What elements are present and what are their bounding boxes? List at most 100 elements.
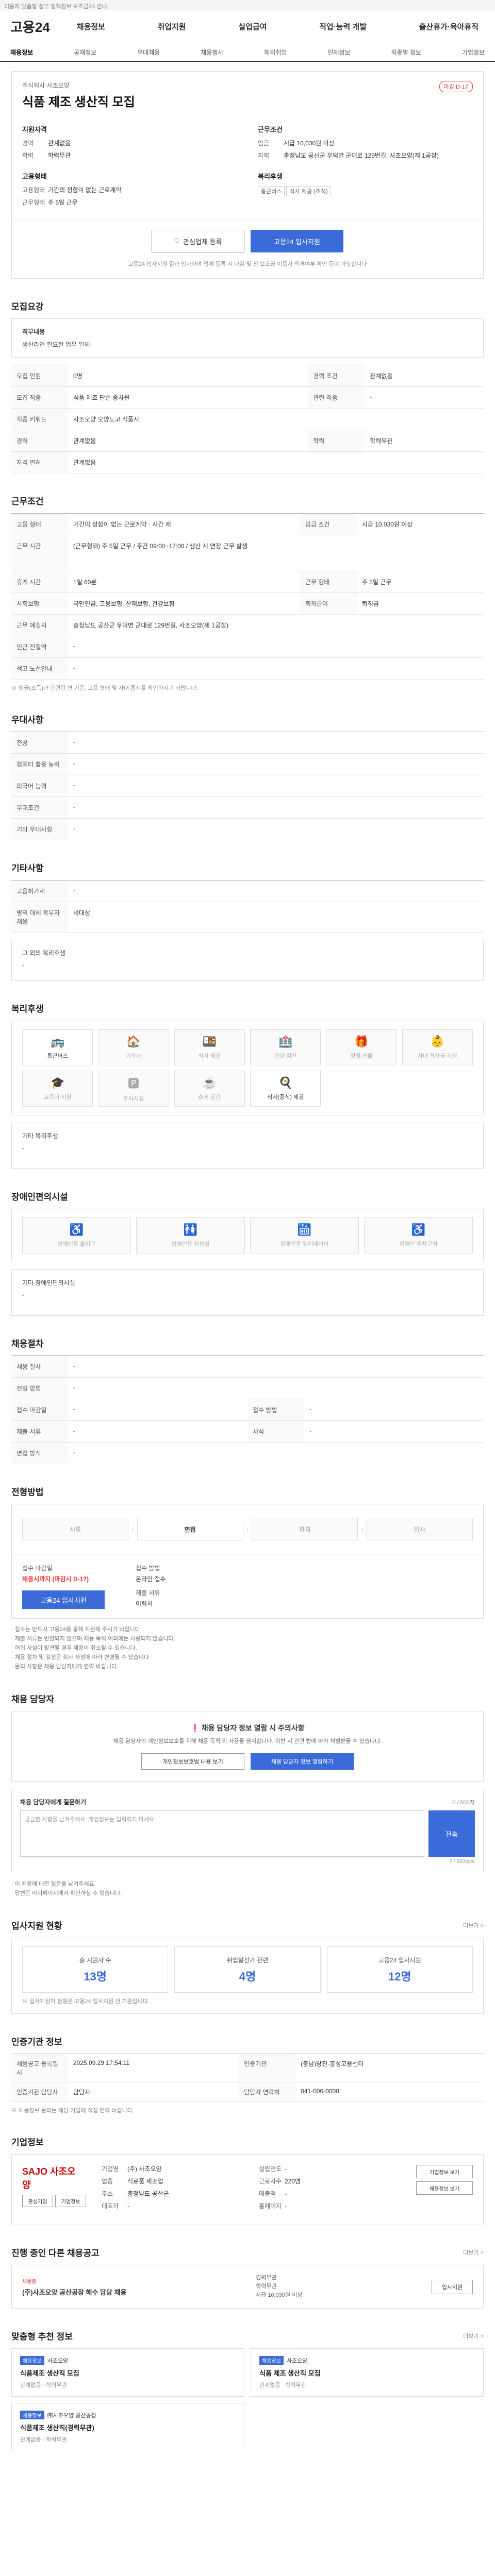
etc-section: 기타사항 고용허가제 - 병역 대체 복무자 채용 비대상 그 외의 복리후생 - [11,861,484,981]
inst-table: 채용공고 등록일시 2025.09.29 17:54:11 인증기관 (충남)당진·홍… [11,2054,484,2102]
nav-item-leave[interactable]: 출산휴가·육아휴직 [413,21,485,32]
table-header: 병역 대체 복무자 채용 [11,902,68,933]
subnav-open[interactable]: 공채정보 [74,48,96,57]
nav-item-jobs[interactable]: 채용정보 [71,21,111,32]
other-apply-button[interactable]: 입사지원 [432,2279,473,2294]
table-header: 직종 키워드 [11,408,68,430]
top-notice-text[interactable]: 이용자 맞춤형 정부 정책정보 보조금24 안내 [4,2,107,10]
qa-input[interactable]: 궁금한 사항을 남겨주세요. 개인정보는 입력하지 마세요. [20,1810,424,1857]
table-header: 모집 직종 [11,386,68,409]
subnav-talent[interactable]: 인재정보 [327,48,350,57]
privacy-law-button[interactable]: 개인정보보호법 내용 보기 [141,1753,244,1770]
company-name[interactable]: 주식회사 사조오양 [22,81,135,90]
stat-value: 13명 [84,1970,107,1983]
type-value: 주 5일 근무 [48,199,78,206]
bullet: · 답변은 마이페이지에서 확인하실 수 있습니다. [11,1890,122,1896]
qual-value: 학력무관 [48,152,71,159]
stat-box: 총 지원자 수 13명 취업알선가 관련 4명 고용24 입사지원 12명 ※ 입사지… [11,1938,484,2014]
like-button[interactable]: ♡ 관심업체 등록 [152,230,244,252]
table-cell: - [68,880,484,902]
qa-counter: 0 / 500byte [449,1859,475,1865]
table-cell: - [68,775,484,797]
corp-side-button[interactable]: 기업정보 보기 [416,2165,473,2178]
table-header: 고용 형태 [11,513,68,535]
process-title: 채용절차 [11,1339,44,1349]
welfare-tag: 통근버스 [258,186,285,196]
table-cell: - [68,1355,484,1378]
etc-table: 고용허가제 - 병역 대체 복무자 채용 비대상 [11,880,484,933]
subnav-overseas[interactable]: 해외취업 [264,48,287,57]
table-header: 모집 인원 [11,365,68,387]
job-summary-card: 주식회사 사조오양 식품 제조 생산직 모집 마감 D-17 지원자격 경력 관계… [11,71,484,279]
duty-heading: 직무내용 [22,328,45,335]
table-header: 전공 [11,732,68,754]
subnav-event[interactable]: 채용행사 [201,48,223,57]
site-logo[interactable]: 고용24 [10,17,50,36]
corp-side-button[interactable]: 채용정보 보기 [416,2181,473,2195]
welfare-section: 복리후생 🚌 통근버스 🏠 기숙사 🍱 식사 제공 🏥 건강 검진 🎁 명절 선물 👶 자녀 학자금 … [11,1002,484,1169]
corp-like-button[interactable]: 관심기업 [22,2195,53,2207]
table-header: 외국어 능력 [11,775,68,797]
rec-company: ㈜사조오양 공산공장 [47,2413,96,2419]
corp-info-button[interactable]: 기업정보 [55,2195,86,2207]
qa-hint: 0 / 500자 [452,1799,475,1806]
corp-value: - [285,2190,287,2197]
table-header: 고용허가제 [11,880,68,902]
other-job-row[interactable]: 채용중 (주)사조오양 공산공장 해수 담당 채용 경력무관 학력무관 시급 1… [11,2265,484,2309]
table-cell: - [68,1399,248,1421]
apply-deadline-value: 채용시까지 (마감시 D-17) [22,1575,89,1583]
table-header: 전형 방법 [11,1377,68,1399]
welfare-item: 🍳 식사(중식) 제공 [250,1071,321,1107]
corp-key: 기업명 [102,2165,119,2173]
table-header: 컴퓨터 활용 능력 [11,753,68,775]
etc-title: 기타사항 [11,863,44,873]
welfare-item: 🎁 명절 선물 [326,1029,397,1065]
stat-label: 취업알선가 관련 [226,1956,269,1964]
table-header: 사회보험 [11,592,68,615]
rec-card[interactable]: 채용정보 사조오양 식품제조 생산직 모집 관계없음 · 학력무관 [11,2348,244,2397]
apply-button-2[interactable]: 고용24 입사지원 [22,1590,105,1609]
pref-section: 우대사항 전공 - 컴퓨터 활용 능력 - 외국어 능력 - 우대조건 - 기타 우대사… [11,713,484,840]
type-heading: 고용형태 [22,173,47,180]
nav-item-training[interactable]: 직업·능력 개발 [313,21,373,32]
facility-item-label: 장애인용 엘리베이터 [280,1241,329,1247]
subnav-occupation[interactable]: 직종별 정보 [391,48,421,57]
nav-item-unemployment[interactable]: 실업급여 [232,21,273,32]
work-table: 고용 형태 기간의 정함이 없는 근로계약 · 시간 제 임금 조건 시급 10,03… [11,513,484,680]
rec-card[interactable]: 채용정보 사조오양 식품 제조 생산직 모집 관계없음 · 학력무관 [251,2348,484,2397]
rec-tag: 채용정보 [259,2356,284,2365]
other-more-link[interactable]: 더보기 > [463,2248,484,2257]
rec-more-link[interactable]: 더보기 > [463,2332,484,2340]
welfare-item-label: 주차시설 [123,1096,144,1102]
rec-tag: 채용정보 [20,2411,44,2419]
rec-title-text: 식품제조 생산직(경력무관) [20,2424,94,2432]
table-header: 관련 직종 [308,386,365,409]
welfare-item: 🏠 기숙사 [98,1029,169,1065]
other-company[interactable]: (주)사조오양 공산공장 해수 담당 채용 [22,2287,127,2297]
table-cell: 식품 제조 단순 종사원 [68,386,308,409]
warning-icon: ❗ [190,1724,202,1732]
subnav-jobs[interactable]: 채용정보 [10,48,33,57]
nav-item-support[interactable]: 취업지원 [152,21,192,32]
stat-section: 입사지원 현황 더보기 > 총 지원자 수 13명 취업알선가 관련 4명 고용24 … [11,1919,484,2014]
other-title: 진행 중인 다른 채용공고 [11,2248,100,2258]
other-tag: 채용중 [22,2279,37,2285]
qa-send-button[interactable]: 전송 [428,1810,475,1857]
corp-value: - [285,2202,287,2210]
table-cell: 0명 [68,365,308,387]
inst-note: ※ 채용정보 문의는 해당 기업에 직접 연락 바랍니다. [11,2108,134,2114]
stat-more-link[interactable]: 더보기 > [463,1921,484,1929]
table-cell: 국민연금, 고용보험, 산재보험, 건강보험 [68,592,300,615]
rec-meta: 관계없음 · 학력무관 [20,2382,67,2388]
subnav-company[interactable]: 기업정보 [462,48,485,57]
welfare-item-label: 명절 선물 [350,1053,373,1059]
contact-box: ❗ 채용 담당자 정보 열람 시 주의사항 채용 담당자의 개인정보보호를 위해… [11,1711,484,1782]
apply-button[interactable]: 고용24 입사지원 [251,230,343,252]
subnav-pref[interactable]: 우대채용 [137,48,160,57]
contact-section: 채용 담당자 ❗ 채용 담당자 정보 열람 시 주의사항 채용 담당자의 개인정… [11,1692,484,1898]
table-header: 채용공고 등록일시 [11,2054,68,2082]
view-contact-button[interactable]: 채용 담당자 정보 열람하기 [251,1753,354,1770]
corp-value: - [285,2165,287,2173]
rec-card[interactable]: 채용정보 ㈜사조오양 공산공장 식품제조 생산직(경력무관) 관계없음 · 학력무관 [11,2403,244,2451]
arrow-right-icon: › [246,1525,249,1533]
